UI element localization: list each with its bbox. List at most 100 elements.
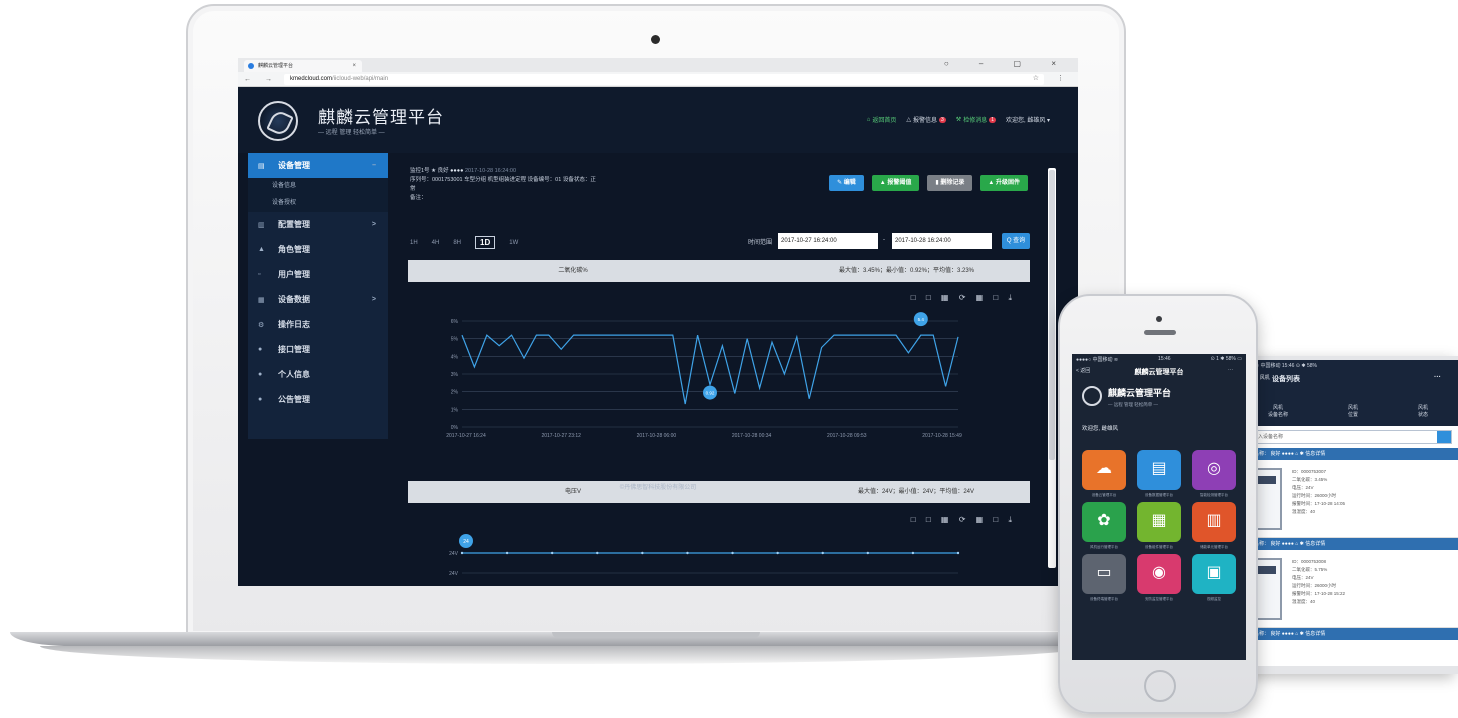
phone-list-card[interactable]: ID：0000753007 二氧化碳：3.45% 电压：24V 运行时间：26000小… [1238, 460, 1458, 538]
app-tile[interactable]: ▥ 储能单元管理平台 [1192, 502, 1236, 549]
phone-list-cards: 设备名称： 良好 ●●●● ⌂ ✱ 信息详情 ID：0000753007 二氧化碳：… [1238, 448, 1458, 628]
sidebar-item[interactable]: ● 个人信息 [248, 362, 388, 387]
phone-list-tab[interactable]: 风机 设备名称 [1268, 404, 1288, 426]
sidebar-item[interactable]: ● 接口管理 [248, 337, 388, 362]
phone-dashboard: ●●●●○ 中国移动 ≋ 15:46 ⊙ 1 ✱ 58% ▭ < 返回 麒麟云管… [1058, 294, 1258, 714]
app-tile-icon: ☁ [1096, 460, 1112, 477]
device-detail-line: 二氧化碳：3.45% [1292, 477, 1328, 482]
voltage-point [460, 551, 464, 555]
delete-record-button[interactable]: ▮ 删除记录 [927, 175, 973, 191]
co2-chart-toolbox[interactable]: □ □ ▦ ⟳ ▦ □ ⤓ [911, 293, 1016, 303]
sidebar-subitem[interactable]: 设备信息 [248, 178, 388, 195]
app-tile[interactable]: ◎ 智能检测管理平台 [1192, 450, 1236, 497]
app-tile-icon: ▤ [1151, 460, 1167, 477]
phone-home-button[interactable] [1144, 670, 1176, 702]
sidebar-item-label: 设备数据 [278, 295, 310, 304]
co2-line-chart: 0% 1% 2% 3% 4% 5% 6% 2017-10-27 16:24 2017-10-27… [446, 312, 962, 439]
co2-chart-stats: 最大值：3.45%；最小值：0.92%；平均值：3.23% [838, 268, 974, 274]
phone-list-more[interactable]: ··· [1434, 374, 1441, 381]
app-tile-icon: ▭ [1096, 564, 1112, 581]
app-tile[interactable]: ▤ 设备数据管理平台 [1137, 450, 1181, 497]
range-option[interactable]: 4H [432, 240, 440, 246]
phone-list-tab[interactable]: 风机 状态 [1418, 404, 1428, 426]
phone-list-card[interactable]: ID：0000753008 二氧化碳：5.75% 电压：24V 运行时间：26000小… [1238, 550, 1458, 628]
phone-brand-subtitle: — 远程 管理 轻松简单 — [1108, 402, 1159, 407]
device-timestamp: 2017-10-28 16:24:00 [464, 168, 517, 174]
url-host: kmedcloud.com [290, 76, 333, 82]
sidebar-item[interactable]: ▫ 用户管理 [248, 262, 388, 287]
browser-tab[interactable]: 麒麟云管理平台 × [244, 60, 362, 72]
edit-button[interactable]: ✎ 编辑 [829, 175, 864, 191]
sidebar-item-icon: ● [258, 346, 263, 353]
voltage-point [956, 551, 960, 555]
voltage-line-chart: 24V 24V 24 [449, 534, 960, 577]
app-tile[interactable]: ▣ 视频监控 [1192, 554, 1236, 601]
y-tick-label: 5% [451, 337, 459, 343]
phone-list-card-head[interactable]: 设备名称： 良好 ●●●● ⌂ ✱ 信息详情 [1238, 448, 1458, 460]
co2-chart-title: 二氧化碳% [558, 268, 588, 274]
phone-list-search[interactable]: 请输入设备名称 [1244, 430, 1452, 444]
home-label: 返回首页 [872, 118, 897, 124]
sidebar-item-icon: ▲ [258, 246, 265, 253]
phone-nav-title: 麒麟云管理平台 [1134, 369, 1184, 376]
phone-list-header: ●●●●○ 中国移动 15:46 ⊙ ✱ 58% < 返回 风机 设备列表 ··… [1238, 360, 1458, 398]
query-button[interactable]: Q 查询 [1002, 233, 1030, 249]
home-link[interactable]: ⌂ 返回首页 [867, 115, 897, 125]
laptop-notch [552, 632, 760, 638]
device-details: ID：0000753007 二氧化碳：3.45% 电压：24V 运行时间：26000小… [1292, 468, 1345, 516]
sidebar-item[interactable]: ▥ 配置管理 > [248, 212, 388, 237]
start-date-input[interactable] [778, 233, 878, 249]
sidebar-item[interactable]: ▲ 角色管理 [248, 237, 388, 262]
maintain-label: 检修消息 [963, 118, 988, 124]
sidebar-item[interactable]: ▤ 设备管理 – [248, 153, 388, 178]
url-field[interactable]: kmedcloud.com/iicloud-web/api/main [284, 74, 1044, 85]
upgrade-firmware-button[interactable]: ▲ 升级固件 [980, 175, 1028, 191]
app-tile[interactable]: ✿ 风机运行管理平台 [1082, 502, 1126, 549]
alarm-link[interactable]: △ 报警信息 3 [906, 115, 946, 124]
voltage-point [821, 551, 824, 555]
app-tile-caption: 智能检测管理平台 [1200, 493, 1228, 497]
phone-list-tab[interactable]: 风机 位置 [1348, 404, 1358, 426]
phone-more-button[interactable]: ··· [1228, 367, 1233, 373]
window-controls[interactable]: ○ – ▢ × [944, 59, 1070, 68]
sidebar-item[interactable]: ▦ 设备数据 > [248, 287, 388, 312]
tab-close-icon[interactable]: × [352, 60, 356, 72]
alarm-count-badge: 3 [939, 116, 946, 123]
user-menu[interactable]: 欢迎您, 雌雄风 ▾ [1006, 115, 1050, 124]
app-tile[interactable]: ☁ 设备云管理平台 [1082, 450, 1126, 497]
range-option[interactable]: 8H [453, 240, 461, 246]
phone-list-card-head[interactable]: 设备名称： 良好 ●●●● ⌂ ✱ 信息详情 [1238, 538, 1458, 550]
device-detail-line: 二氧化碳：5.75% [1292, 567, 1328, 572]
browser-tabbar: 麒麟云管理平台 × ○ – ▢ × [238, 58, 1078, 72]
range-option[interactable]: 1W [509, 240, 518, 246]
product-mockup: 麒麟云管理平台 × ○ – ▢ × ← → C ⓘ kmedcloud.com/… [0, 0, 1458, 718]
sidebar-item-icon: ▫ [258, 271, 261, 278]
url-path: /iicloud-web/api/main [332, 76, 389, 82]
browser-menu-icons[interactable]: ☆ ⋮ [1033, 74, 1072, 82]
device-detail-line: 运行时间：26000小时 [1292, 583, 1337, 588]
app-tile-caption: 设备数据管理平台 [1145, 493, 1173, 497]
maintain-link[interactable]: ⚒ 检修消息 1 [956, 115, 996, 124]
scrollbar-thumb[interactable] [1049, 170, 1055, 460]
end-date-input[interactable] [892, 233, 992, 249]
phone-list-card-head[interactable]: 设备名称： 良好 ●●●● ⌂ ✱ 信息详情 [1238, 628, 1458, 640]
min-marker-label: 0.92 [706, 391, 715, 396]
sidebar-item[interactable]: ● 公告管理 [248, 387, 388, 412]
range-option[interactable]: 1H [410, 240, 418, 246]
voltage-point [911, 551, 915, 555]
range-option[interactable]: 1D [475, 236, 496, 249]
app-tile[interactable]: ▦ 设备组件管理平台 [1137, 502, 1181, 549]
app-tile[interactable]: ◉ 安防监控管理平台 [1137, 554, 1181, 601]
app-tile-caption: 安防监控管理平台 [1145, 597, 1173, 601]
page-scrollbar[interactable] [1048, 168, 1056, 568]
alarm-threshold-button[interactable]: ▲ 报警阈值 [871, 175, 920, 191]
sidebar-item[interactable]: ⚙ 操作日志 [248, 312, 388, 337]
app-tile-caption: 设备终端管理平台 [1090, 597, 1118, 601]
voltage-point [731, 551, 734, 555]
search-icon[interactable] [1437, 431, 1451, 443]
sidebar-subitem[interactable]: 设备授权 [248, 195, 388, 212]
app-tile[interactable]: ▭ 设备终端管理平台 [1082, 554, 1126, 601]
device-detail-line: 电压：24V [1292, 575, 1314, 580]
phone-greeting: 欢迎您, 雌雄风 [1082, 426, 1119, 432]
x-tick-label: 2017-10-27 16:24 [446, 433, 486, 439]
